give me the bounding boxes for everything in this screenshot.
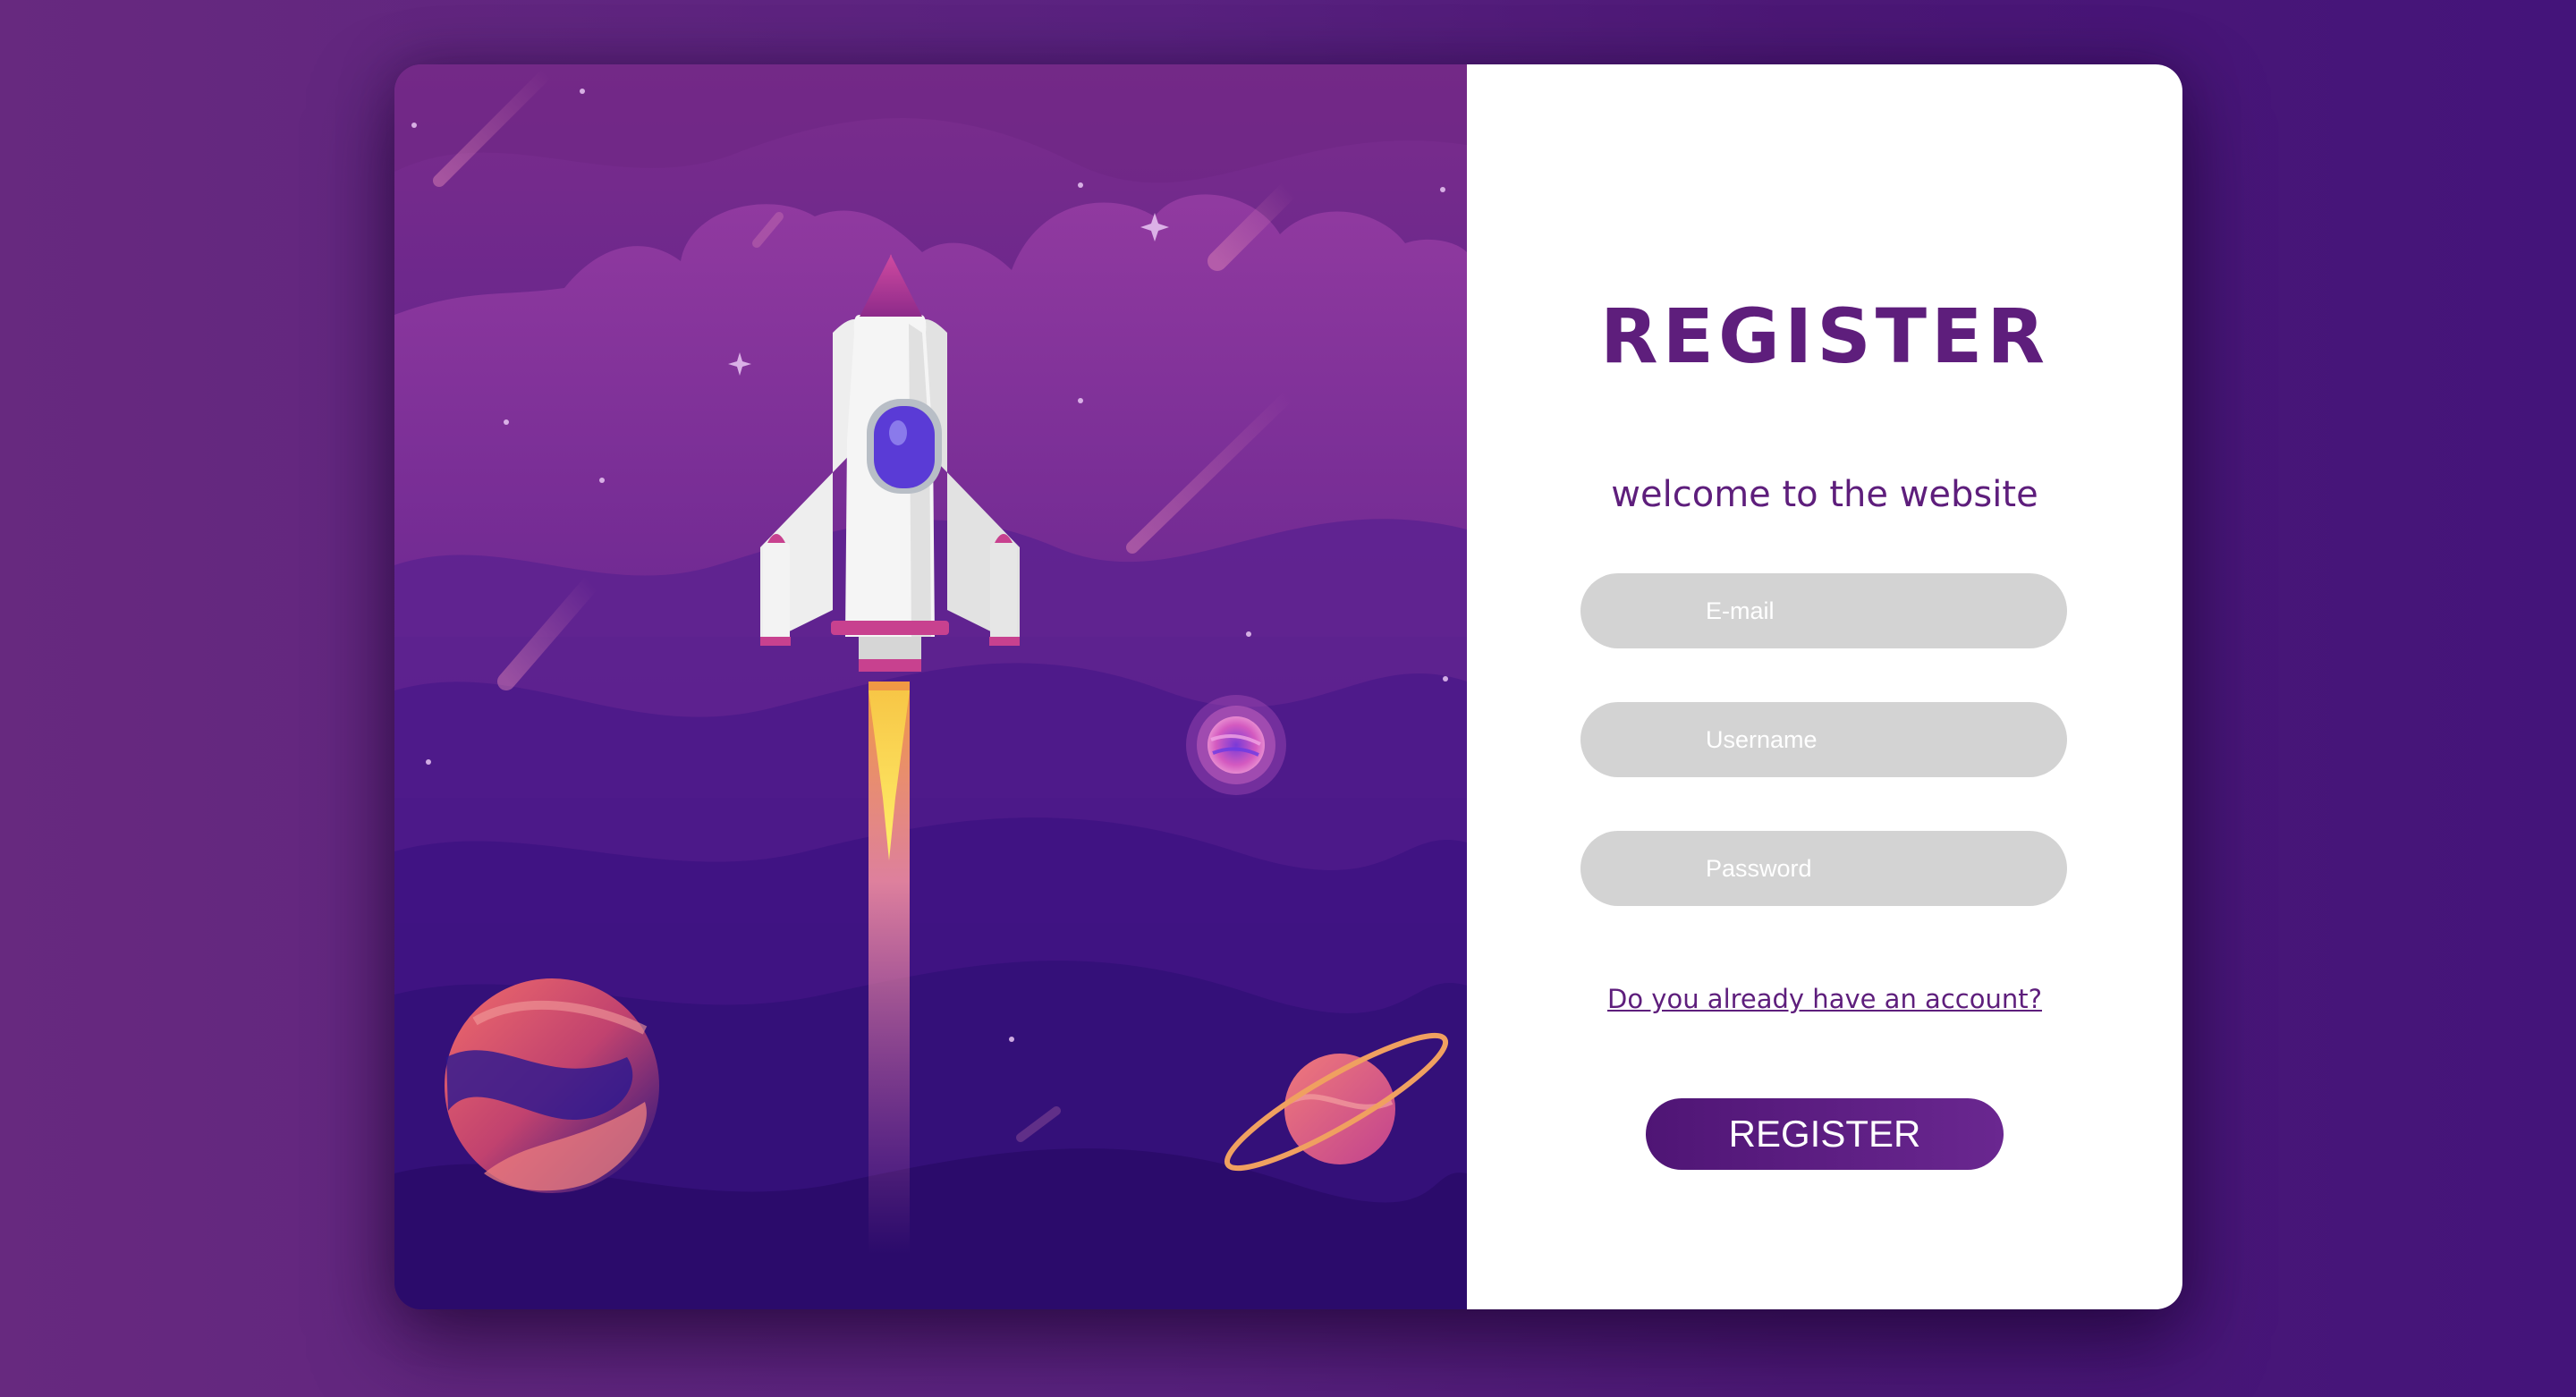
welcome-subtitle: welcome to the website	[1611, 474, 2038, 515]
email-field[interactable]	[1580, 573, 2067, 648]
page-title: REGISTER	[1599, 292, 2050, 380]
register-form-panel: REGISTER welcome to the website Do you a…	[1467, 64, 2182, 1309]
username-field[interactable]	[1580, 702, 2067, 777]
register-card: REGISTER welcome to the website Do you a…	[394, 64, 2182, 1309]
space-illustration	[394, 64, 1467, 1309]
small-planet-icon	[1186, 695, 1286, 795]
rocket-flame	[869, 682, 910, 1254]
password-field[interactable]	[1580, 831, 2067, 906]
register-button[interactable]: REGISTER	[1646, 1098, 2004, 1170]
planet-icon	[445, 978, 659, 1193]
login-link[interactable]: Do you already have an account?	[1467, 984, 2182, 1014]
